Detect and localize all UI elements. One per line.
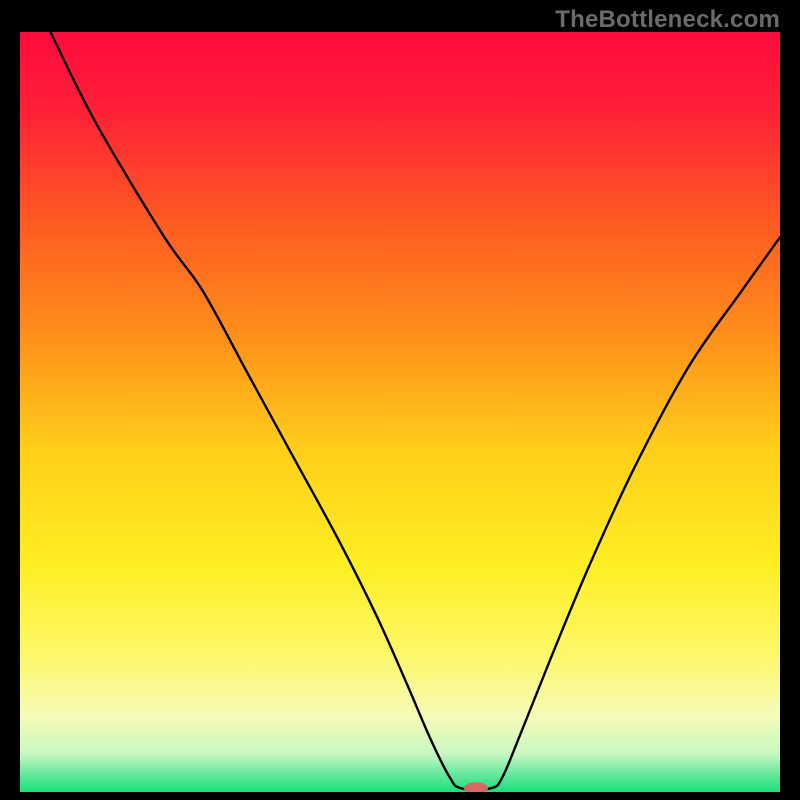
chart-frame: [20, 32, 780, 792]
bottleneck-chart: [20, 32, 780, 792]
chart-background: [20, 32, 780, 792]
watermark-text: TheBottleneck.com: [555, 6, 780, 34]
